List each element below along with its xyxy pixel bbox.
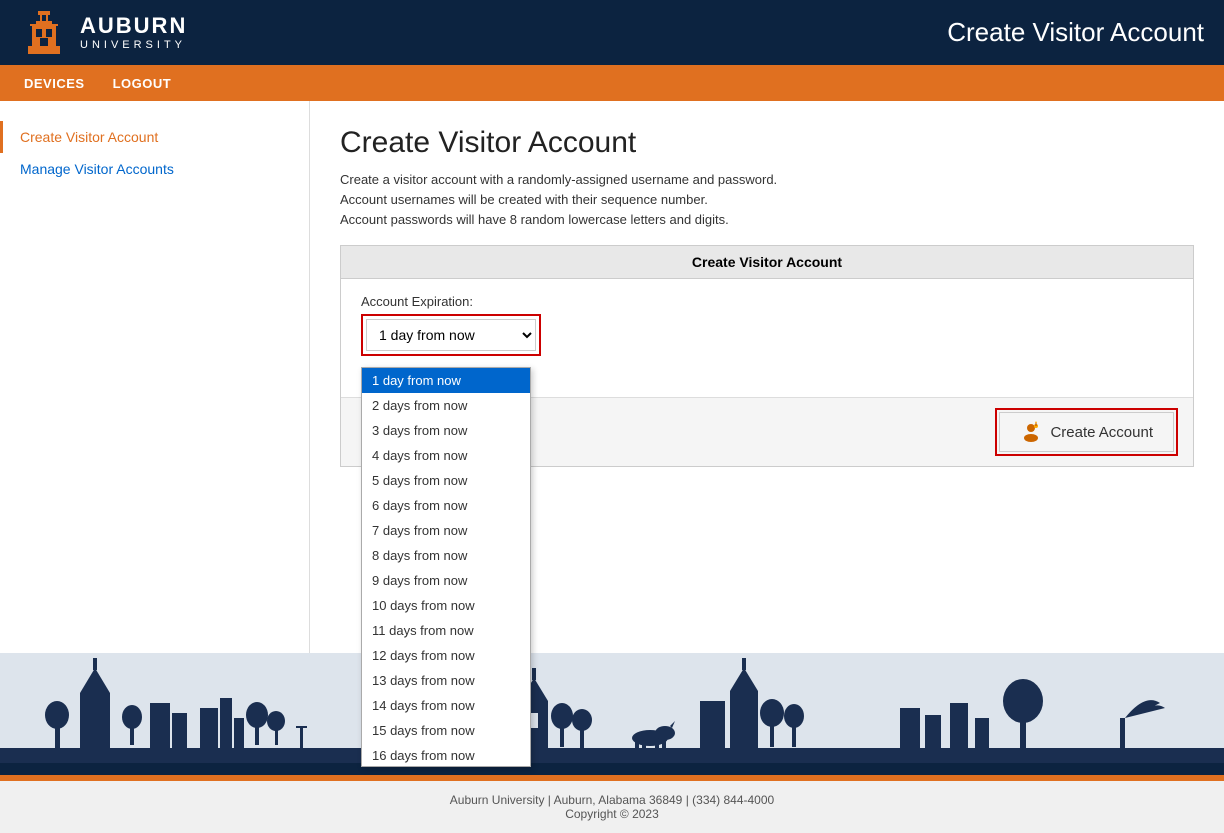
create-account-icon (1020, 421, 1042, 443)
logo-sub-text: UNIVERSITY (80, 39, 187, 51)
dropdown-item-13[interactable]: 13 days from now (362, 668, 530, 693)
dropdown-item-3[interactable]: 3 days from now (362, 418, 530, 443)
sidebar-item-create-visitor-account[interactable]: Create Visitor Account (0, 121, 309, 153)
dropdown-item-14[interactable]: 14 days from now (362, 693, 530, 718)
skyline-area: Auburn University | Auburn, Alabama 3684… (0, 653, 1224, 833)
dropdown-item-8[interactable]: 8 days from now (362, 543, 530, 568)
expiration-field-group: Account Expiration: 1 day from now (361, 294, 1173, 356)
desc-3: Account passwords will have 8 random low… (340, 212, 1194, 227)
create-account-btn-wrapper: Create Account (995, 408, 1178, 456)
footer-address: Auburn University | Auburn, Alabama 3684… (12, 793, 1212, 807)
expiration-label: Account Expiration: (361, 294, 1173, 309)
navbar-item-logout[interactable]: LOGOUT (99, 68, 186, 99)
create-visitor-account-form: Create Visitor Account Account Expiratio… (340, 245, 1194, 467)
dropdown-item-2[interactable]: 2 days from now (362, 393, 530, 418)
main-layout: Create Visitor Account Manage Visitor Ac… (0, 101, 1224, 653)
form-box-header: Create Visitor Account (341, 246, 1193, 279)
skyline-illustration (0, 653, 1224, 763)
desc-2: Account usernames will be created with t… (340, 192, 1194, 207)
dropdown-item-7[interactable]: 7 days from now (362, 518, 530, 543)
navbar: DEVICES LOGOUT (0, 65, 1224, 101)
form-box-body: Account Expiration: 1 day from now 1 day… (341, 279, 1193, 397)
dropdown-item-5[interactable]: 5 days from now (362, 468, 530, 493)
expiration-dropdown-overlay[interactable]: 1 day from now 2 days from now 3 days fr… (361, 367, 531, 767)
dropdown-item-11[interactable]: 11 days from now (362, 618, 530, 643)
sidebar-item-manage-visitor-accounts[interactable]: Manage Visitor Accounts (0, 153, 309, 185)
create-account-button[interactable]: Create Account (999, 412, 1174, 452)
dropdown-item-1[interactable]: 1 day from now (362, 368, 530, 393)
sidebar: Create Visitor Account Manage Visitor Ac… (0, 101, 310, 653)
logo-main-text: AUBURN (80, 14, 187, 38)
logo-area: AUBURN UNIVERSITY (20, 9, 187, 57)
header-title: Create Visitor Account (947, 17, 1204, 48)
footer-dark-bar (0, 763, 1224, 775)
navbar-item-devices[interactable]: DEVICES (10, 68, 99, 99)
auburn-logo-icon (20, 9, 68, 57)
dropdown-item-4[interactable]: 4 days from now (362, 443, 530, 468)
desc-1: Create a visitor account with a randomly… (340, 172, 1194, 187)
main-content: Create Visitor Account Create a visitor … (310, 101, 1224, 653)
dropdown-item-16[interactable]: 16 days from now (362, 743, 530, 767)
dropdown-item-10[interactable]: 10 days from now (362, 593, 530, 618)
skyline-svg (0, 653, 1224, 763)
footer-copyright: Copyright © 2023 (12, 807, 1212, 821)
footer-text-area: Auburn University | Auburn, Alabama 3684… (0, 781, 1224, 833)
dropdown-item-6[interactable]: 6 days from now (362, 493, 530, 518)
dropdown-item-15[interactable]: 15 days from now (362, 718, 530, 743)
page-title: Create Visitor Account (340, 126, 1194, 160)
expiration-select[interactable]: 1 day from now (366, 319, 536, 351)
dropdown-item-12[interactable]: 12 days from now (362, 643, 530, 668)
page-header: AUBURN UNIVERSITY Create Visitor Account (0, 0, 1224, 65)
create-account-label: Create Account (1050, 424, 1153, 441)
dropdown-item-9[interactable]: 9 days from now (362, 568, 530, 593)
expiration-select-wrapper: 1 day from now (361, 314, 541, 356)
